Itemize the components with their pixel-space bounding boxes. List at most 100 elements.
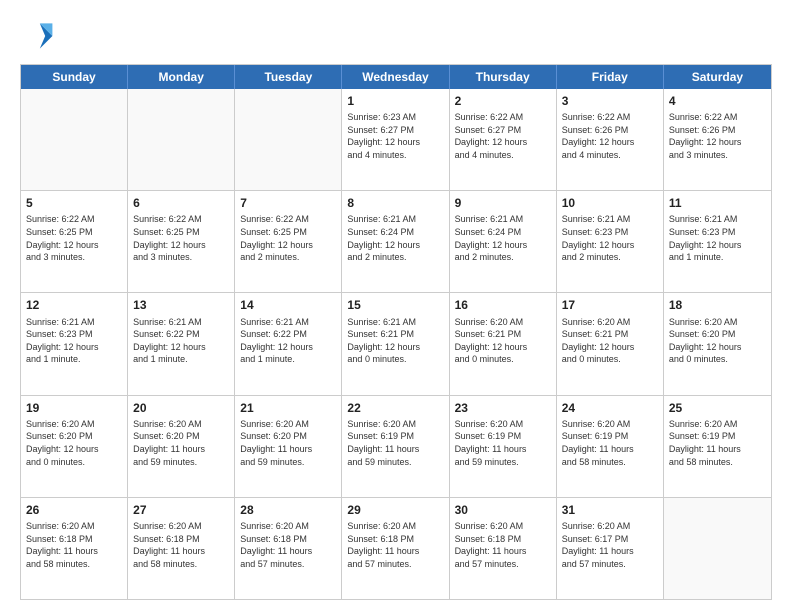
day-number: 4	[669, 93, 766, 109]
calendar-cell: 22Sunrise: 6:20 AM Sunset: 6:19 PM Dayli…	[342, 396, 449, 497]
weekday-header: Sunday	[21, 65, 128, 89]
calendar-cell: 12Sunrise: 6:21 AM Sunset: 6:23 PM Dayli…	[21, 293, 128, 394]
day-number: 1	[347, 93, 443, 109]
day-number: 20	[133, 400, 229, 416]
day-info: Sunrise: 6:20 AM Sunset: 6:20 PM Dayligh…	[26, 418, 122, 468]
weekday-header: Tuesday	[235, 65, 342, 89]
day-info: Sunrise: 6:22 AM Sunset: 6:25 PM Dayligh…	[26, 213, 122, 263]
day-number: 10	[562, 195, 658, 211]
day-info: Sunrise: 6:20 AM Sunset: 6:20 PM Dayligh…	[240, 418, 336, 468]
day-info: Sunrise: 6:20 AM Sunset: 6:21 PM Dayligh…	[562, 316, 658, 366]
day-info: Sunrise: 6:20 AM Sunset: 6:18 PM Dayligh…	[347, 520, 443, 570]
day-number: 28	[240, 502, 336, 518]
day-number: 8	[347, 195, 443, 211]
calendar-cell	[128, 89, 235, 190]
day-number: 6	[133, 195, 229, 211]
weekday-header: Thursday	[450, 65, 557, 89]
day-number: 29	[347, 502, 443, 518]
calendar-cell: 13 Sunrise: 6:21 AM Sunset: 6:22 PM Dayli…	[128, 293, 235, 394]
logo	[20, 18, 60, 54]
header	[20, 18, 772, 54]
day-number: 31	[562, 502, 658, 518]
calendar-cell: 3 Sunrise: 6:22 AM Sunset: 6:26 PM Daylig…	[557, 89, 664, 190]
day-number: 18	[669, 297, 766, 313]
calendar-cell: 19Sunrise: 6:20 AM Sunset: 6:20 PM Dayli…	[21, 396, 128, 497]
day-number: 25	[669, 400, 766, 416]
day-info: Sunrise: 6:20 AM Sunset: 6:19 PM Dayligh…	[455, 418, 551, 468]
calendar-cell: 17 Sunrise: 6:20 AM Sunset: 6:21 PM Dayli…	[557, 293, 664, 394]
calendar-cell: 9 Sunrise: 6:21 AM Sunset: 6:24 PM Daylig…	[450, 191, 557, 292]
calendar-cell: 6 Sunrise: 6:22 AM Sunset: 6:25 PM Daylig…	[128, 191, 235, 292]
calendar-cell: 4 Sunrise: 6:22 AM Sunset: 6:26 PM Daylig…	[664, 89, 771, 190]
day-info: Sunrise: 6:22 AM Sunset: 6:25 PM Dayligh…	[240, 213, 336, 263]
day-info: Sunrise: 6:21 AM Sunset: 6:24 PM Dayligh…	[347, 213, 443, 263]
day-number: 2	[455, 93, 551, 109]
day-number: 23	[455, 400, 551, 416]
day-info: Sunrise: 6:21 AM Sunset: 6:22 PM Dayligh…	[240, 316, 336, 366]
day-number: 7	[240, 195, 336, 211]
day-number: 26	[26, 502, 122, 518]
day-info: Sunrise: 6:20 AM Sunset: 6:18 PM Dayligh…	[455, 520, 551, 570]
day-info: Sunrise: 6:22 AM Sunset: 6:26 PM Dayligh…	[562, 111, 658, 161]
day-number: 17	[562, 297, 658, 313]
calendar-cell: 31 Sunrise: 6:20 AM Sunset: 6:17 PM Dayli…	[557, 498, 664, 599]
calendar-cell: 27 Sunrise: 6:20 AM Sunset: 6:18 PM Dayli…	[128, 498, 235, 599]
calendar-cell: 24 Sunrise: 6:20 AM Sunset: 6:19 PM Dayli…	[557, 396, 664, 497]
calendar-cell: 7 Sunrise: 6:22 AM Sunset: 6:25 PM Daylig…	[235, 191, 342, 292]
day-number: 5	[26, 195, 122, 211]
day-info: Sunrise: 6:20 AM Sunset: 6:21 PM Dayligh…	[455, 316, 551, 366]
calendar-cell	[664, 498, 771, 599]
day-number: 21	[240, 400, 336, 416]
day-info: Sunrise: 6:21 AM Sunset: 6:21 PM Dayligh…	[347, 316, 443, 366]
calendar-header: SundayMondayTuesdayWednesdayThursdayFrid…	[21, 65, 771, 89]
day-number: 15	[347, 297, 443, 313]
day-info: Sunrise: 6:22 AM Sunset: 6:27 PM Dayligh…	[455, 111, 551, 161]
calendar-row: 1Sunrise: 6:23 AM Sunset: 6:27 PM Daylig…	[21, 89, 771, 190]
day-info: Sunrise: 6:22 AM Sunset: 6:26 PM Dayligh…	[669, 111, 766, 161]
day-info: Sunrise: 6:21 AM Sunset: 6:22 PM Dayligh…	[133, 316, 229, 366]
calendar-cell	[21, 89, 128, 190]
day-info: Sunrise: 6:22 AM Sunset: 6:25 PM Dayligh…	[133, 213, 229, 263]
day-number: 22	[347, 400, 443, 416]
day-info: Sunrise: 6:21 AM Sunset: 6:24 PM Dayligh…	[455, 213, 551, 263]
calendar-cell: 26 Sunrise: 6:20 AM Sunset: 6:18 PM Dayli…	[21, 498, 128, 599]
calendar-row: 26 Sunrise: 6:20 AM Sunset: 6:18 PM Dayli…	[21, 497, 771, 599]
day-number: 11	[669, 195, 766, 211]
day-number: 30	[455, 502, 551, 518]
day-number: 13	[133, 297, 229, 313]
calendar-cell: 15 Sunrise: 6:21 AM Sunset: 6:21 PM Dayli…	[342, 293, 449, 394]
calendar-cell: 28 Sunrise: 6:20 AM Sunset: 6:18 PM Dayli…	[235, 498, 342, 599]
day-number: 16	[455, 297, 551, 313]
calendar: SundayMondayTuesdayWednesdayThursdayFrid…	[20, 64, 772, 600]
calendar-cell: 18 Sunrise: 6:20 AM Sunset: 6:20 PM Dayli…	[664, 293, 771, 394]
day-number: 27	[133, 502, 229, 518]
day-number: 24	[562, 400, 658, 416]
day-info: Sunrise: 6:20 AM Sunset: 6:19 PM Dayligh…	[669, 418, 766, 468]
day-info: Sunrise: 6:20 AM Sunset: 6:20 PM Dayligh…	[133, 418, 229, 468]
day-info: Sunrise: 6:21 AM Sunset: 6:23 PM Dayligh…	[669, 213, 766, 263]
calendar-cell: 30 Sunrise: 6:20 AM Sunset: 6:18 PM Dayli…	[450, 498, 557, 599]
day-info: Sunrise: 6:20 AM Sunset: 6:20 PM Dayligh…	[669, 316, 766, 366]
calendar-row: 5 Sunrise: 6:22 AM Sunset: 6:25 PM Daylig…	[21, 190, 771, 292]
day-info: Sunrise: 6:20 AM Sunset: 6:18 PM Dayligh…	[240, 520, 336, 570]
page: SundayMondayTuesdayWednesdayThursdayFrid…	[0, 0, 792, 612]
calendar-cell: 10Sunrise: 6:21 AM Sunset: 6:23 PM Dayli…	[557, 191, 664, 292]
calendar-cell: 23 Sunrise: 6:20 AM Sunset: 6:19 PM Dayli…	[450, 396, 557, 497]
day-number: 3	[562, 93, 658, 109]
calendar-cell: 1Sunrise: 6:23 AM Sunset: 6:27 PM Daylig…	[342, 89, 449, 190]
calendar-body: 1Sunrise: 6:23 AM Sunset: 6:27 PM Daylig…	[21, 89, 771, 599]
calendar-cell: 8 Sunrise: 6:21 AM Sunset: 6:24 PM Daylig…	[342, 191, 449, 292]
calendar-cell: 14Sunrise: 6:21 AM Sunset: 6:22 PM Dayli…	[235, 293, 342, 394]
calendar-cell: 16 Sunrise: 6:20 AM Sunset: 6:21 PM Dayli…	[450, 293, 557, 394]
calendar-cell	[235, 89, 342, 190]
calendar-cell: 5 Sunrise: 6:22 AM Sunset: 6:25 PM Daylig…	[21, 191, 128, 292]
day-info: Sunrise: 6:20 AM Sunset: 6:19 PM Dayligh…	[562, 418, 658, 468]
day-number: 9	[455, 195, 551, 211]
day-info: Sunrise: 6:20 AM Sunset: 6:18 PM Dayligh…	[26, 520, 122, 570]
weekday-header: Friday	[557, 65, 664, 89]
calendar-cell: 20 Sunrise: 6:20 AM Sunset: 6:20 PM Dayli…	[128, 396, 235, 497]
day-info: Sunrise: 6:20 AM Sunset: 6:17 PM Dayligh…	[562, 520, 658, 570]
weekday-header: Monday	[128, 65, 235, 89]
day-number: 12	[26, 297, 122, 313]
day-info: Sunrise: 6:20 AM Sunset: 6:18 PM Dayligh…	[133, 520, 229, 570]
